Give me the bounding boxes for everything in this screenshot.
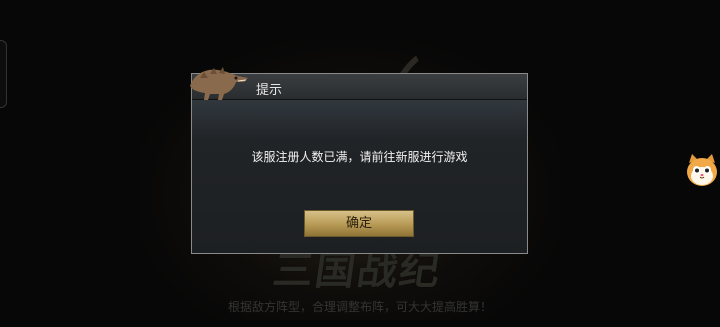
background-tip-text: 根据敌方阵型，合理调整布阵，可大大提高胜算！ (227, 300, 492, 314)
dialog-sheen (192, 100, 527, 140)
dialog-message: 该服注册人数已满，请前往新服进行游戏 (251, 150, 468, 164)
side-drawer-handle[interactable] (0, 40, 7, 108)
notice-dialog: 提示 该服注册人数已满，请前往新服进行游戏 确定 (190, 67, 528, 254)
cat-mascot-icon[interactable] (685, 153, 719, 189)
confirm-button[interactable]: 确定 (304, 210, 414, 237)
dialog-title: 提示 (256, 83, 283, 98)
dinosaur-icon (190, 67, 248, 100)
